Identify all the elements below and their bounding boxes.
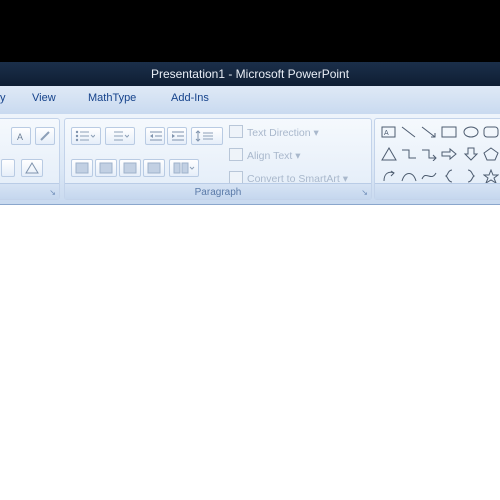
- right-brace-shape-icon[interactable]: [463, 169, 479, 183]
- bullets-icon: [75, 130, 95, 142]
- arrow-line-shape-icon[interactable]: [421, 125, 437, 139]
- numbering-icon: [114, 131, 129, 141]
- align-left-button[interactable]: [71, 159, 93, 177]
- arc-shape-icon[interactable]: [401, 169, 417, 183]
- curved-arrow-shape-icon[interactable]: [381, 169, 397, 183]
- eraser-icon: [40, 131, 50, 141]
- tab-add-ins[interactable]: Add-Ins: [171, 92, 209, 104]
- align-left-icon: [75, 162, 89, 174]
- paragraph-group: Text Direction ▾ Align Text ▾ Convert to…: [64, 118, 372, 200]
- columns-button[interactable]: [169, 159, 199, 177]
- change-case-button[interactable]: A: [11, 127, 31, 145]
- clear-formatting-button[interactable]: [35, 127, 55, 145]
- text-direction-command[interactable]: Text Direction ▾: [229, 125, 319, 139]
- paragraph-group-label: Paragraph: [194, 187, 242, 198]
- align-right-button[interactable]: [119, 159, 141, 177]
- decrease-indent-icon: [150, 131, 162, 141]
- text-shadow-button[interactable]: [21, 159, 43, 177]
- increase-indent-icon: [172, 131, 184, 141]
- bullets-button[interactable]: [71, 127, 101, 145]
- right-arrow-shape-icon[interactable]: [441, 147, 457, 161]
- window-title: Presentation1 - Microsoft PowerPoint: [150, 67, 350, 81]
- line-shape-icon[interactable]: [401, 125, 417, 139]
- align-text-command[interactable]: Align Text ▾: [229, 148, 301, 162]
- increase-indent-button[interactable]: [167, 127, 187, 145]
- text-box-shape-icon[interactable]: A: [381, 125, 397, 139]
- font-color-button-partial[interactable]: [1, 159, 15, 177]
- justify-icon: [147, 162, 161, 174]
- justify-button[interactable]: [143, 159, 165, 177]
- paragraph-dialog-launcher-icon[interactable]: ↘: [361, 188, 368, 197]
- down-arrow-shape-icon[interactable]: [463, 147, 479, 161]
- triangle-shape-icon[interactable]: [381, 147, 397, 161]
- star-shape-icon[interactable]: [483, 169, 499, 183]
- tab-view[interactable]: View: [32, 92, 56, 104]
- elbow-arrow-connector-shape-icon[interactable]: [421, 147, 437, 161]
- align-center-button[interactable]: [95, 159, 117, 177]
- title-bar: Presentation1 - Microsoft PowerPoint: [0, 62, 500, 86]
- align-right-icon: [123, 162, 137, 174]
- slide-editing-area[interactable]: [0, 205, 500, 500]
- svg-text:A: A: [384, 130, 389, 137]
- decrease-indent-button[interactable]: [145, 127, 165, 145]
- ribbon-tab-bar: y View MathType Add-Ins: [0, 86, 500, 114]
- drawing-group-partial: A: [374, 118, 500, 200]
- pentagon-shape-icon[interactable]: [483, 147, 499, 161]
- columns-icon: [173, 162, 195, 174]
- change-case-icon: A: [17, 132, 23, 142]
- line-spacing-button[interactable]: [191, 127, 223, 145]
- line-spacing-icon: [195, 130, 213, 142]
- curve-shape-icon[interactable]: [421, 169, 437, 183]
- triangle-icon: [25, 162, 39, 174]
- screen-top-black-area: [0, 0, 500, 62]
- tab-mathtype[interactable]: MathType: [88, 92, 136, 104]
- ribbon: A ↘ Text Direction ▾ Align Text ▾ Conver…: [0, 114, 500, 205]
- align-text-icon: [229, 148, 243, 161]
- rectangle-shape-icon[interactable]: [441, 125, 457, 139]
- font-group-partial: A ↘: [0, 118, 60, 200]
- elbow-connector-shape-icon[interactable]: [401, 147, 417, 161]
- numbering-button[interactable]: [105, 127, 135, 145]
- rounded-rectangle-shape-icon[interactable]: [483, 125, 499, 139]
- svg-text:A: A: [17, 132, 23, 142]
- text-direction-icon: [229, 125, 243, 138]
- tab-partial-left[interactable]: y: [0, 92, 6, 104]
- left-brace-shape-icon[interactable]: [441, 169, 457, 183]
- font-dialog-launcher-icon[interactable]: ↘: [49, 188, 56, 197]
- align-center-icon: [99, 162, 113, 174]
- oval-shape-icon[interactable]: [463, 125, 479, 139]
